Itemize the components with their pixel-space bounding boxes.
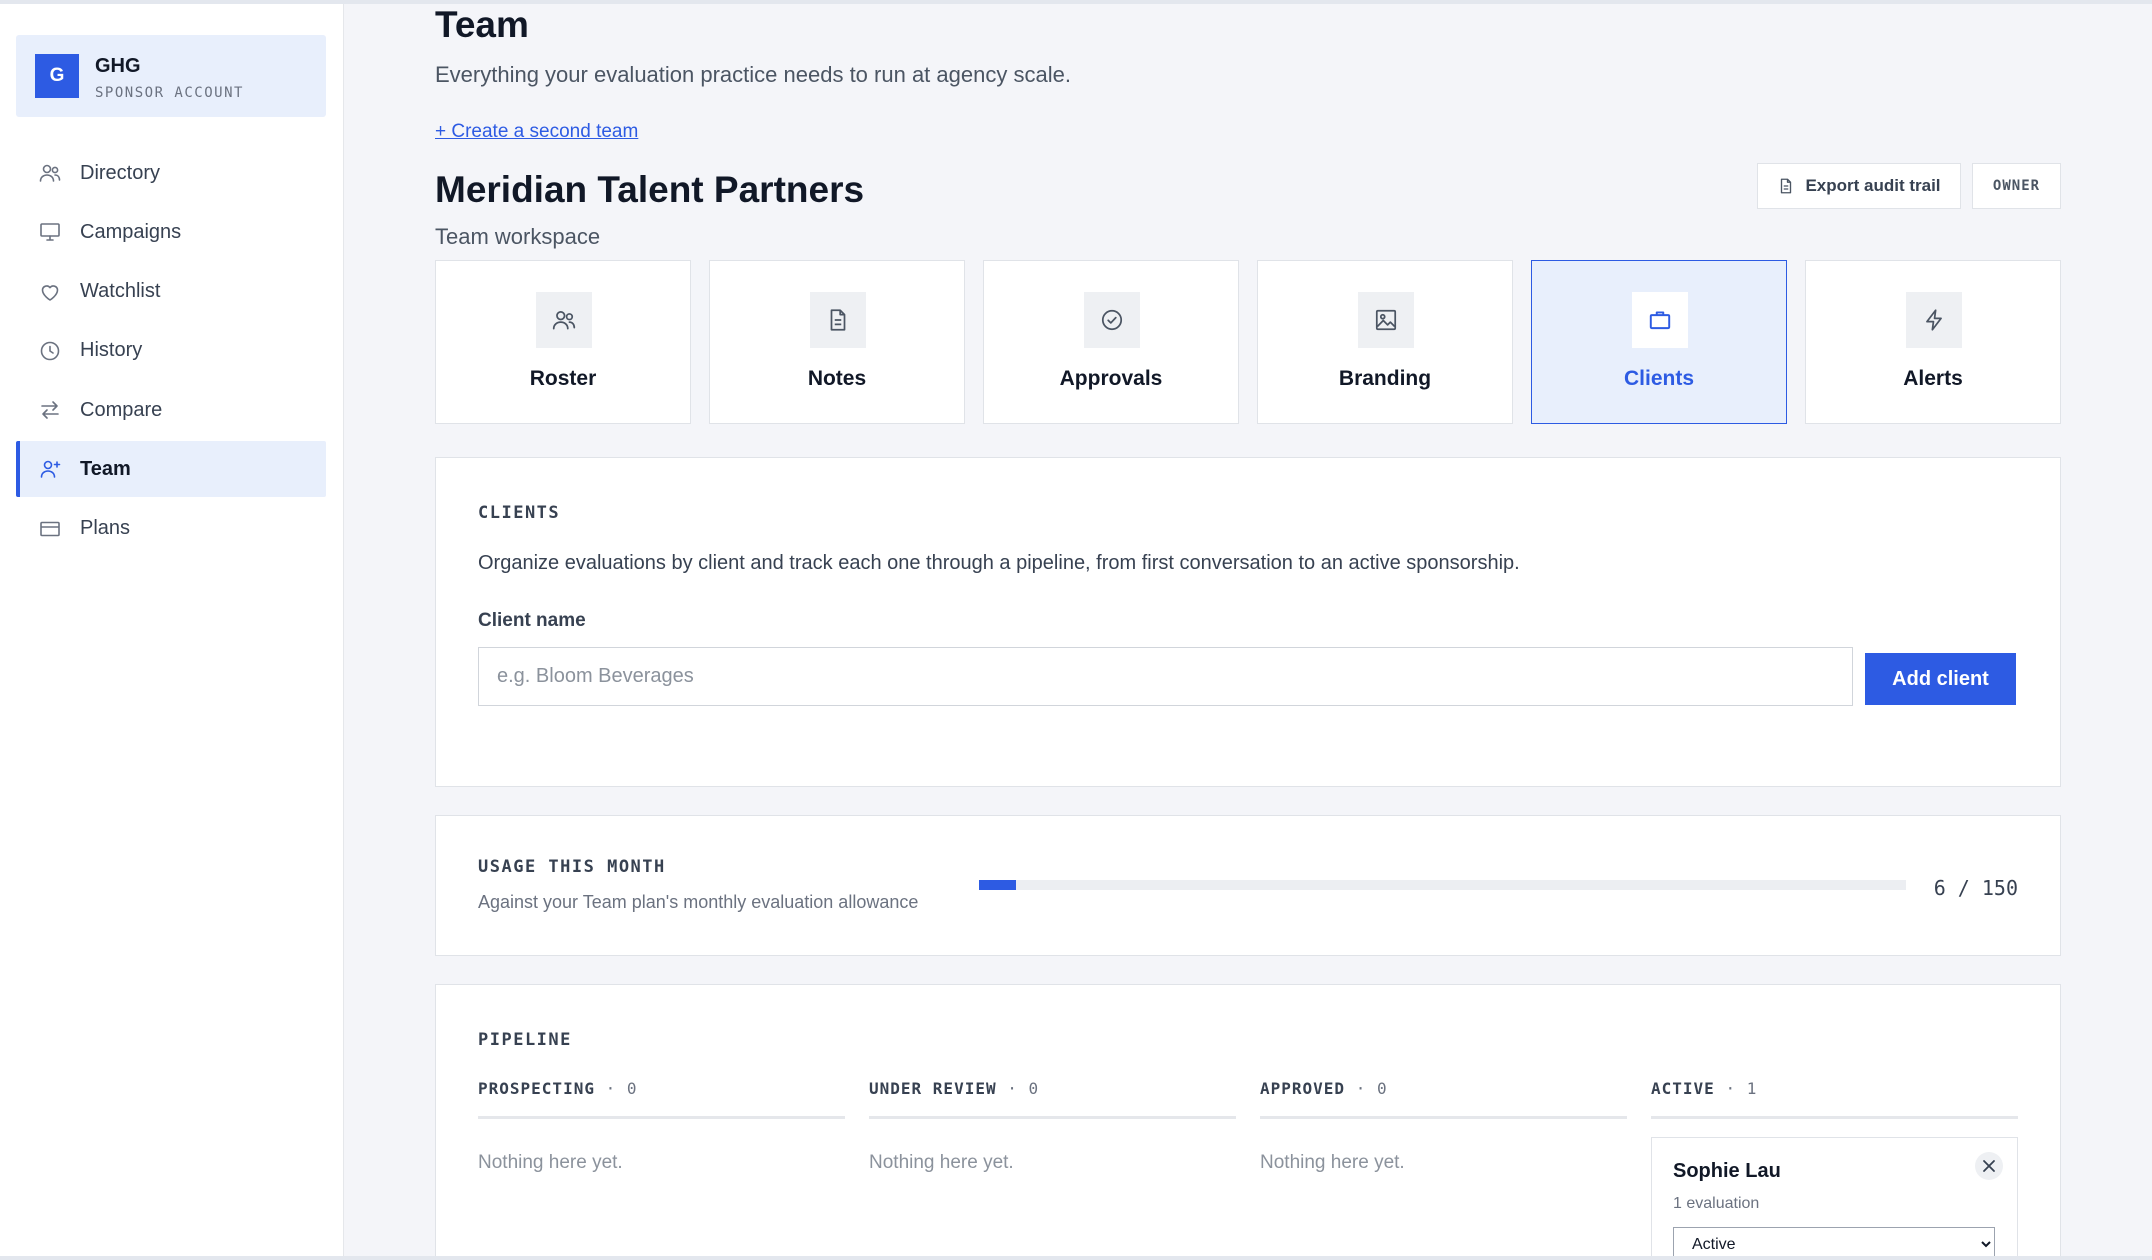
column-label: PROSPECTING — [478, 1079, 595, 1098]
sidebar-item-campaigns[interactable]: Campaigns — [16, 204, 326, 260]
heart-icon — [38, 280, 62, 304]
sidebar-item-label: History — [80, 339, 143, 362]
remove-client-button[interactable] — [1975, 1152, 2003, 1180]
usage-heading: USAGE THIS MONTH — [478, 857, 666, 877]
window-bottom-border — [0, 1256, 2152, 1260]
clients-heading: CLIENTS — [478, 503, 561, 523]
sidebar-item-label: Campaigns — [80, 220, 182, 243]
client-card[interactable]: Sophie Lau 1 evaluation Active — [1651, 1137, 2018, 1260]
pipeline-column-active: ACTIVE · 1 Sophie Lau 1 evaluation Activ… — [1651, 1079, 2018, 1260]
team-subtitle: Team workspace — [435, 224, 601, 249]
column-count: · 0 — [1355, 1079, 1388, 1098]
usage-count: 6 / 150 — [1933, 876, 2018, 900]
export-audit-trail-label: Export audit trail — [1805, 176, 1941, 195]
sidebar-item-watchlist[interactable]: Watchlist — [16, 264, 326, 320]
team-name: Meridian Talent Partners — [435, 169, 865, 210]
tile-roster[interactable]: Roster — [435, 260, 691, 424]
empty-state: Nothing here yet. — [478, 1152, 623, 1173]
tile-label: Clients — [1623, 367, 1694, 390]
monitor-icon — [38, 220, 62, 244]
client-evaluation-count: 1 evaluation — [1673, 1195, 1760, 1212]
users-icon — [38, 161, 62, 185]
column-label: ACTIVE — [1651, 1079, 1715, 1098]
check-circle-icon — [1084, 292, 1140, 348]
usage-progress-fill — [979, 880, 1017, 890]
column-count: · 0 — [1007, 1079, 1040, 1098]
account-name: GHG — [95, 55, 141, 77]
user-plus-icon — [38, 457, 62, 481]
sidebar-item-compare[interactable]: Compare — [16, 382, 326, 438]
sidebar-item-label: Team — [80, 457, 131, 480]
sidebar-item-history[interactable]: History — [16, 323, 326, 379]
clock-icon — [38, 339, 62, 363]
clients-description: Organize evaluations by client and track… — [478, 552, 1520, 574]
sidebar-item-team[interactable]: Team — [16, 441, 326, 498]
add-client-button[interactable]: Add client — [1865, 653, 2016, 705]
tile-alerts[interactable]: Alerts — [1805, 260, 2061, 424]
sidebar-item-plans[interactable]: Plans — [16, 501, 326, 557]
pipeline-column-under-review: UNDER REVIEW · 0 Nothing here yet. — [869, 1079, 1236, 1174]
document-icon — [810, 292, 866, 348]
create-team-link[interactable]: + Create a second team — [435, 121, 638, 143]
close-icon — [1983, 1160, 1995, 1172]
tile-branding[interactable]: Branding — [1257, 260, 1513, 424]
sidebar: G GHG SPONSOR ACCOUNT Directory Campaign… — [0, 4, 344, 1256]
column-count: · 0 — [605, 1079, 638, 1098]
tile-notes[interactable]: Notes — [709, 260, 965, 424]
client-name: Sophie Lau — [1673, 1160, 1781, 1182]
usage-progress-bar — [979, 880, 1906, 890]
column-label: UNDER REVIEW — [869, 1079, 997, 1098]
pipeline-card: PIPELINE PROSPECTING · 0 Nothing here ye… — [435, 984, 2061, 1260]
tile-label: Notes — [807, 367, 867, 390]
account-type: SPONSOR ACCOUNT — [95, 85, 244, 101]
client-name-input[interactable] — [478, 647, 1853, 706]
clients-card: CLIENTS Organize evaluations by client a… — [435, 457, 2061, 787]
image-icon — [1358, 292, 1414, 348]
briefcase-icon — [1632, 292, 1688, 348]
role-badge: OWNER — [1972, 163, 2061, 209]
tile-clients[interactable]: Clients — [1531, 260, 1787, 424]
document-icon — [1781, 178, 1792, 194]
tile-approvals[interactable]: Approvals — [983, 260, 1239, 424]
client-name-label: Client name — [478, 610, 586, 631]
pipeline-column-prospecting: PROSPECTING · 0 Nothing here yet. — [478, 1079, 845, 1174]
column-label: APPROVED — [1260, 1079, 1346, 1098]
column-header: APPROVED · 0 — [1260, 1079, 1627, 1119]
workspace-tiles: Roster Notes Approvals Branding Clients — [435, 260, 2061, 424]
empty-state: Nothing here yet. — [869, 1152, 1014, 1173]
users-icon — [536, 292, 592, 348]
pipeline-heading: PIPELINE — [478, 1030, 572, 1050]
sidebar-item-label: Plans — [80, 517, 131, 540]
export-audit-trail-button[interactable]: Export audit trail — [1757, 163, 1961, 209]
usage-card: USAGE THIS MONTH Against your Team plan'… — [435, 815, 2061, 956]
column-header: ACTIVE · 1 — [1651, 1079, 2018, 1119]
account-switcher[interactable]: G GHG SPONSOR ACCOUNT — [16, 35, 326, 117]
page-title: Team — [435, 4, 529, 45]
sidebar-item-directory[interactable]: Directory — [16, 145, 326, 201]
tile-label: Roster — [529, 367, 597, 390]
account-avatar: G — [35, 54, 79, 98]
tile-label: Alerts — [1903, 367, 1963, 390]
sidebar-item-label: Watchlist — [80, 280, 161, 303]
page-subtitle: Everything your evaluation practice need… — [435, 62, 1071, 87]
sidebar-item-label: Directory — [80, 161, 161, 184]
column-header: PROSPECTING · 0 — [478, 1079, 845, 1119]
usage-description: Against your Team plan's monthly evaluat… — [478, 892, 919, 912]
pipeline-column-approved: APPROVED · 0 Nothing here yet. — [1260, 1079, 1627, 1174]
column-header: UNDER REVIEW · 0 — [869, 1079, 1236, 1119]
column-count: · 1 — [1725, 1079, 1758, 1098]
lightning-icon — [1906, 292, 1962, 348]
credit-card-icon — [38, 517, 62, 541]
arrows-swap-icon — [38, 398, 62, 422]
sidebar-item-label: Compare — [80, 398, 163, 421]
sidebar-nav: Directory Campaigns Watchlist History Co… — [16, 145, 326, 560]
empty-state: Nothing here yet. — [1260, 1152, 1405, 1173]
tile-label: Branding — [1338, 367, 1432, 390]
tile-label: Approvals — [1059, 367, 1163, 390]
